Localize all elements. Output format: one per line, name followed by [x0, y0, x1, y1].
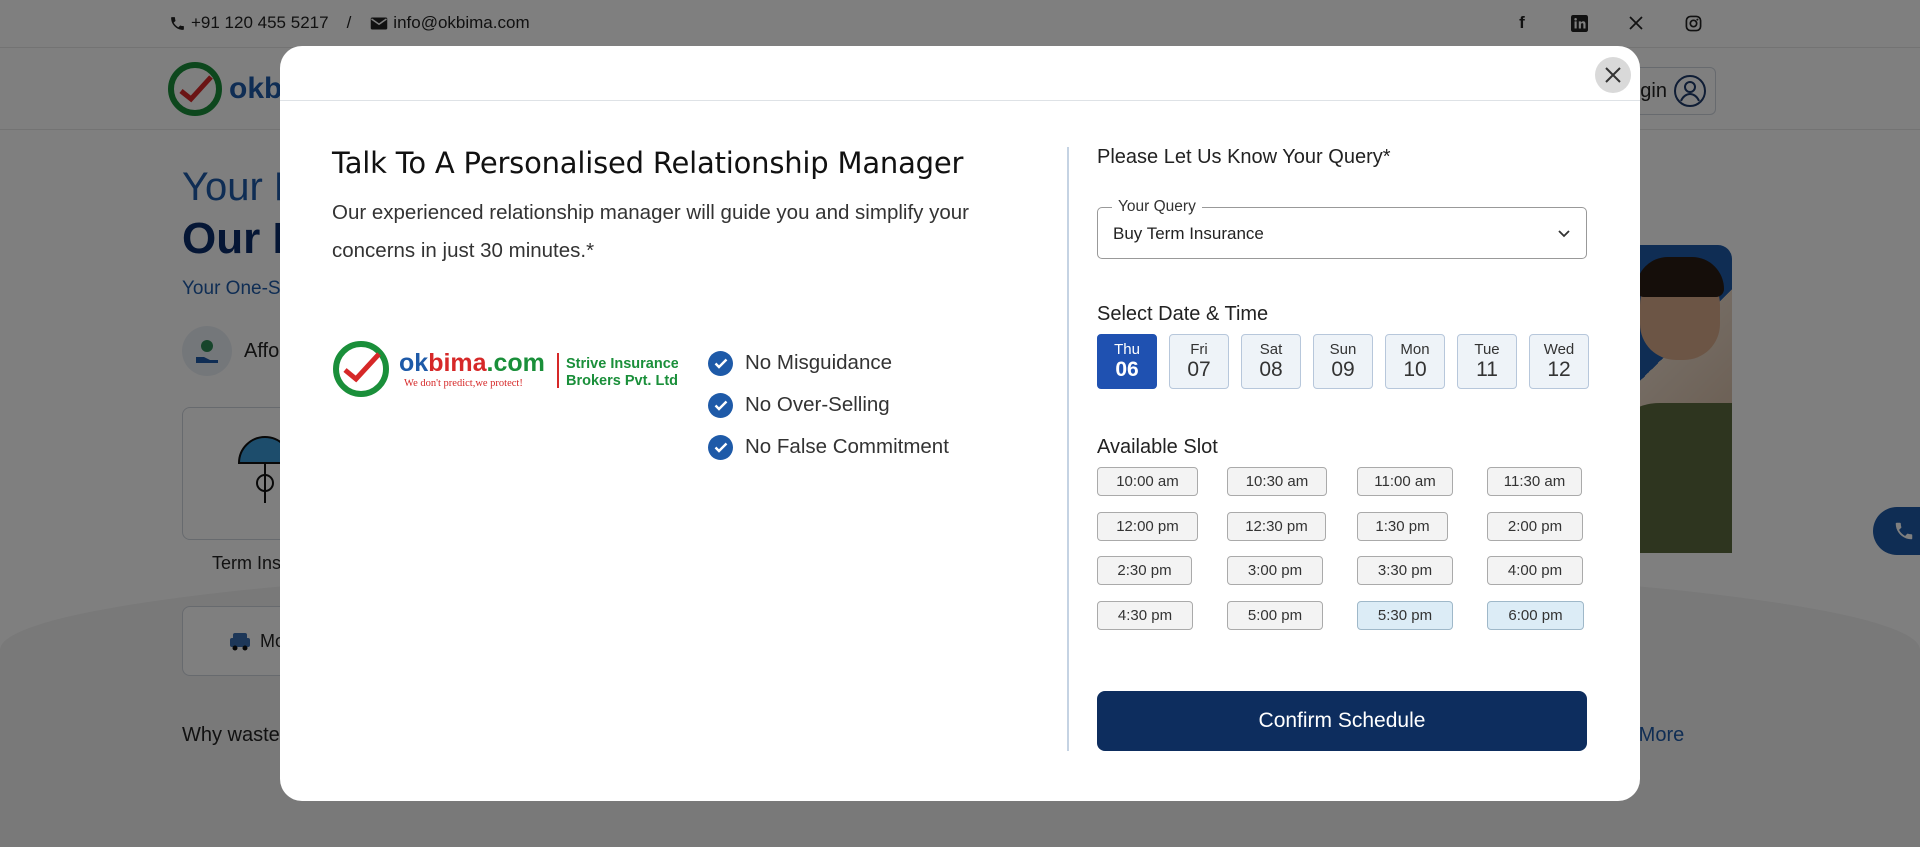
date-option-wed[interactable]: Wed 12 [1529, 334, 1589, 389]
time-slot[interactable]: 4:30 pm [1097, 601, 1193, 630]
date-picker: Thu 06 Fri 07 Sat 08 Sun 09 Mon 10 Tue 11 Wed 1… [1097, 334, 1589, 389]
time-slot[interactable]: 10:00 am [1097, 467, 1198, 496]
schedule-form: Please Let Us Know Your Query* Your Quer… [1097, 146, 1597, 751]
time-slot[interactable]: 3:00 pm [1227, 556, 1323, 585]
date-day: Thu [1114, 341, 1140, 358]
query-title: Please Let Us Know Your Query* [1097, 146, 1391, 168]
time-slot[interactable]: 2:00 pm [1487, 512, 1583, 541]
time-slot[interactable]: 11:30 am [1487, 467, 1582, 496]
time-slot[interactable]: 12:30 pm [1227, 512, 1326, 541]
schedule-modal: Talk To A Personalised Relationship Mana… [280, 46, 1640, 801]
date-option-sat[interactable]: Sat 08 [1241, 334, 1301, 389]
date-number: 09 [1331, 358, 1355, 381]
date-day: Sun [1329, 341, 1357, 358]
time-slot[interactable]: 1:30 pm [1357, 512, 1448, 541]
slot-title: Available Slot [1097, 436, 1218, 458]
check-circle-icon [708, 350, 733, 376]
okbima-logo: okbima.com We don't predict,we protect! … [333, 341, 682, 397]
time-slot[interactable]: 12:00 pm [1097, 512, 1198, 541]
feature-list: No Misguidance No Over-Selling No False … [708, 342, 949, 468]
date-number: 11 [1476, 358, 1498, 381]
close-icon [1605, 67, 1621, 83]
date-number: 08 [1259, 358, 1283, 381]
feature-label: No False Commitment [745, 435, 949, 458]
date-option-mon[interactable]: Mon 10 [1385, 334, 1445, 389]
modal-title: Talk To A Personalised Relationship Mana… [332, 146, 964, 180]
date-option-sun[interactable]: Sun 09 [1313, 334, 1373, 389]
date-day: Tue [1474, 341, 1500, 358]
modal-description: Our experienced relationship manager wil… [332, 201, 969, 262]
chevron-down-icon [1558, 230, 1570, 238]
date-number: 10 [1403, 358, 1427, 381]
brand-bima: bima [428, 349, 487, 377]
time-slot[interactable]: 6:00 pm [1487, 601, 1584, 630]
date-day: Mon [1400, 341, 1430, 358]
date-option-tue[interactable]: Tue 11 [1457, 334, 1517, 389]
feature-item: No Over-Selling [708, 384, 949, 426]
query-select-value: Buy Term Insurance [1113, 224, 1264, 243]
check-circle-icon [708, 392, 733, 418]
svg-text:okbima.com: okbima.com [399, 349, 545, 377]
modal-header [280, 46, 1640, 101]
confirm-schedule-button[interactable]: Confirm Schedule [1097, 691, 1587, 751]
check-circle-icon [708, 434, 733, 460]
brand-tagline: We don't predict,we protect! [404, 378, 523, 389]
time-slot[interactable]: 4:00 pm [1487, 556, 1583, 585]
query-select[interactable]: Your Query Buy Term Insurance [1097, 198, 1587, 259]
date-time-title: Select Date & Time [1097, 303, 1269, 325]
date-day: Sat [1259, 341, 1283, 358]
time-slot[interactable]: 10:30 am [1227, 467, 1327, 496]
brand-partner-line1: Strive Insurance [566, 356, 678, 372]
brand-com: .com [487, 349, 545, 377]
date-number: 12 [1547, 358, 1571, 381]
date-option-thu[interactable]: Thu 06 [1097, 334, 1157, 389]
date-day: Fri [1190, 341, 1208, 358]
query-select-label: Your Query [1112, 198, 1202, 216]
time-slot[interactable]: 5:00 pm [1227, 601, 1323, 630]
brand-logo: okbima.com We don't predict,we protect! … [332, 336, 682, 402]
time-slot[interactable]: 5:30 pm [1357, 601, 1453, 630]
time-slot[interactable]: 2:30 pm [1097, 556, 1192, 585]
feature-item: No Misguidance [708, 342, 949, 384]
date-option-fri[interactable]: Fri 07 [1169, 334, 1229, 389]
date-day: Wed [1543, 341, 1575, 358]
modal-intro: Talk To A Personalised Relationship Mana… [332, 146, 1032, 270]
feature-label: No Over-Selling [745, 393, 890, 416]
close-button[interactable] [1595, 57, 1631, 93]
date-number: 07 [1187, 358, 1211, 381]
feature-label: No Misguidance [745, 351, 892, 374]
brand-ok: ok [399, 349, 428, 377]
column-divider [1067, 147, 1069, 751]
brand-partner-line2: Brokers Pvt. Ltd. [566, 373, 678, 389]
feature-item: No False Commitment [708, 426, 949, 468]
date-number: 06 [1115, 358, 1139, 381]
time-slot[interactable]: 3:30 pm [1357, 556, 1453, 585]
time-slot[interactable]: 11:00 am [1357, 467, 1453, 496]
